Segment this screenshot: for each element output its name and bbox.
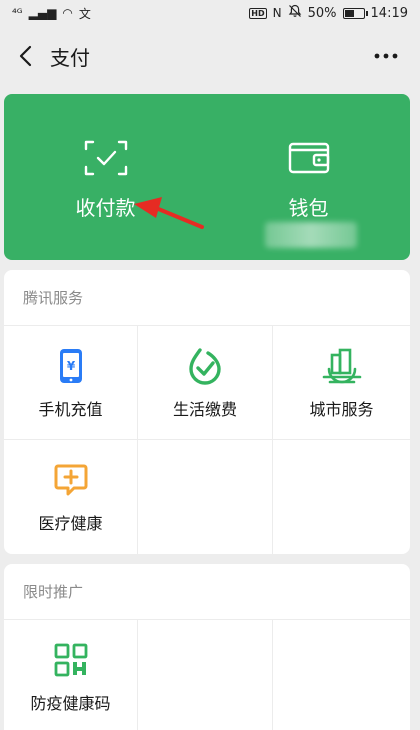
medical-health-icon [54,464,87,496]
language-icon: 文 [78,6,91,21]
receive-pay-button[interactable]: 收付款 [4,94,207,260]
wifi-icon: ◠ [62,6,73,20]
status-right: HD N 50% 14:19 [249,4,408,22]
nfc-icon: N [272,6,282,20]
signal-icon: ▂▄▆ [28,6,57,20]
utility-payment-label: 生活缴费 [172,399,237,419]
hd-icon: HD [249,7,267,19]
battery-icon [342,7,368,19]
health-qr-code-button[interactable]: 防疫健康码 [4,620,138,730]
chevron-left-icon [19,45,32,67]
title-bar: 支付 [0,26,420,86]
payment-card: 收付款 钱包 [4,94,410,260]
mobile-topup-button[interactable]: ¥ 手机充值 [4,326,138,440]
status-bar: ⁴ᴳ ▂▄▆ ◠ 文 HD N 50% 14:19 [0,0,420,26]
receive-pay-label: 收付款 [75,196,136,220]
utility-payment-icon [189,347,221,385]
promotion-grid: 防疫健康码 [4,620,410,730]
back-button[interactable] [4,34,48,78]
city-services-label: 城市服务 [309,399,374,419]
utility-payment-button[interactable]: 生活缴费 [138,326,273,440]
empty-cell [138,440,273,554]
mobile-topup-icon: ¥ [59,348,82,383]
services-grid: ¥ 手机充值 生活缴费 城市服务 医疗健康 [4,326,410,554]
mobile-topup-label: 手机充值 [38,399,103,419]
clock: 14:19 [370,5,408,21]
battery-percent: 50% [307,5,337,21]
wallet-icon [288,142,329,174]
empty-cell [273,440,410,554]
section-title: 腾讯服务 [4,270,410,326]
status-left: ⁴ᴳ ▂▄▆ ◠ 文 [12,5,91,22]
promotion-section: 限时推广 防疫健康码 [4,564,410,730]
health-qr-code-icon [54,643,87,677]
medical-health-label: 医疗健康 [38,514,103,533]
city-services-button[interactable]: 城市服务 [273,326,410,440]
tencent-services-section: 腾讯服务 ¥ 手机充值 生活缴费 城市服务 医疗健康 [4,270,410,554]
wallet-label: 钱包 [288,196,329,220]
section-title: 限时推广 [4,564,410,620]
page-title: 支付 [50,45,90,70]
city-services-icon [322,348,361,383]
wallet-balance-redacted [265,222,357,248]
scan-pay-icon [84,140,127,176]
svg-text:¥: ¥ [66,359,75,373]
wallet-button[interactable]: 钱包 [207,94,410,260]
mute-bell-icon [288,4,302,22]
medical-health-button[interactable]: 医疗健康 [4,440,138,554]
empty-cell [138,620,273,730]
network-type-icon: ⁴ᴳ [12,6,23,20]
more-dots-icon [374,53,398,59]
health-qr-code-label: 防疫健康码 [30,694,111,713]
empty-cell [273,620,410,730]
more-button[interactable] [368,38,404,74]
